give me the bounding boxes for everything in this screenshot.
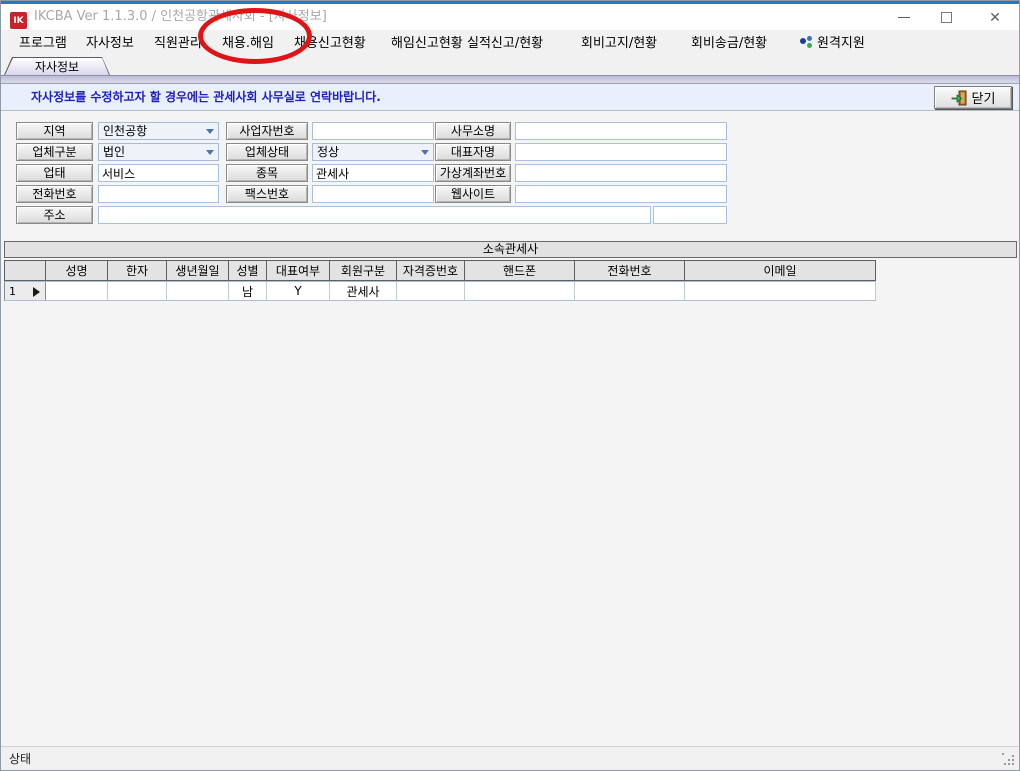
region-value: 인천공항 [103,124,147,138]
label-company-status: 업체상태 [226,143,308,161]
close-icon: ✕ [989,10,1001,24]
label-fax: 팩스번호 [226,185,308,203]
business-number-input[interactable] [312,122,434,140]
company-type-select[interactable]: 법인 [98,143,219,161]
row-header-cell[interactable]: 1 [5,282,46,300]
cell-license-no[interactable] [397,282,465,300]
col-header-mobile: 핸드폰 [465,261,575,280]
close-window-button[interactable]: ✕ [974,4,1016,30]
col-header-hanja: 한자 [108,261,167,280]
label-region: 지역 [16,122,93,140]
menu-hire-report[interactable]: 채용신고현황 [294,30,366,57]
col-header-name: 성명 [46,261,108,280]
ceo-name-input[interactable] [515,143,727,161]
label-office-name: 사무소명 [435,122,511,140]
company-status-value: 정상 [317,145,339,159]
table-row: 1 남 Y 관세사 [4,281,876,301]
tab-company-info[interactable]: 자사정보 [4,57,110,75]
cell-member-type[interactable]: 관세사 [330,282,397,300]
row-pointer-icon [33,287,40,297]
menu-company-info[interactable]: 자사정보 [86,30,134,57]
menu-hire-dismiss[interactable]: 채용.해임 [222,30,274,57]
col-header-member-type: 회원구분 [330,261,397,280]
cell-mobile[interactable] [465,282,575,300]
close-panel-button[interactable]: 닫기 [934,86,1012,109]
menu-remote-support[interactable]: 원격지원 [799,30,865,57]
label-company-type: 업체구분 [16,143,93,161]
menu-dismiss-report[interactable]: 해임신고현황 [391,30,463,57]
label-business-item: 종목 [226,164,308,182]
notice-bar: 자사정보를 수정하고자 할 경우에는 관세사회 사무실로 연락바랍니다. 닫기 [1,83,1019,111]
office-name-input[interactable] [515,122,727,140]
tab-strip-bar [1,75,1019,83]
cell-phone[interactable] [575,282,685,300]
window-title: IKCBA Ver 1.1.3.0 / 인천공항관세사회 - [자사정보] [34,4,327,30]
business-item-input[interactable] [312,164,434,182]
status-bar: 상태 [1,746,1019,770]
chevron-down-icon [206,150,214,155]
label-business-category: 업태 [16,164,93,182]
chevron-down-icon [206,129,214,134]
address-extra-input[interactable] [653,206,727,224]
company-type-value: 법인 [103,145,125,159]
fax-input[interactable] [312,185,434,203]
website-input[interactable] [515,185,727,203]
col-header-gender: 성별 [229,261,267,280]
minimize-button[interactable] [883,4,925,30]
cell-email[interactable] [685,282,875,300]
col-header-license-no: 자격증번호 [397,261,465,280]
titlebar[interactable]: IK IKCBA Ver 1.1.3.0 / 인천공항관세사회 - [자사정보]… [1,4,1019,30]
virtual-account-input[interactable] [515,164,727,182]
label-website: 웹사이트 [435,185,511,203]
col-header-phone: 전화번호 [575,261,685,280]
row-number: 1 [9,285,16,298]
tab-company-info-label: 자사정보 [5,58,109,75]
label-phone: 전화번호 [16,185,93,203]
phone-input[interactable] [98,185,219,203]
notice-message: 자사정보를 수정하고자 할 경우에는 관세사회 사무실로 연락바랍니다. [31,84,381,110]
menu-bar: 프로그램 자사정보 직원관리 채용.해임 채용신고현황 해임신고현황 실적신고/… [1,30,1019,57]
cell-is-ceo[interactable]: Y [267,282,330,300]
table-header-row: 성명 한자 생년월일 성별 대표여부 회원구분 자격증번호 핸드폰 전화번호 이… [4,260,876,281]
menu-remote-support-label: 원격지원 [817,36,865,51]
menu-performance[interactable]: 실적신고/현황 [467,30,543,57]
chevron-down-icon [421,150,429,155]
col-header-email: 이메일 [685,261,875,280]
label-address: 주소 [16,206,93,224]
remote-support-icon [799,36,814,49]
business-category-input[interactable] [98,164,219,182]
col-header-is-ceo: 대표여부 [267,261,330,280]
region-select[interactable]: 인천공항 [98,122,219,140]
status-text: 상태 [9,747,31,771]
col-header-birthdate: 생년월일 [167,261,229,280]
menu-fee-notice[interactable]: 회비고지/현황 [581,30,657,57]
resize-grip[interactable] [1002,753,1016,767]
menu-fee-remit[interactable]: 회비송금/현황 [691,30,767,57]
cell-hanja[interactable] [108,282,167,300]
company-status-select[interactable]: 정상 [312,143,434,161]
minimize-icon [898,17,910,18]
label-ceo-name: 대표자명 [435,143,511,161]
exit-door-icon [951,90,967,106]
section-header-members: 소속관세사 [4,241,1017,258]
menu-program[interactable]: 프로그램 [19,30,67,57]
address-input[interactable] [98,206,651,224]
maximize-icon [941,12,952,23]
cell-name[interactable] [46,282,108,300]
label-virtual-account: 가상계좌번호 [435,164,511,182]
cell-birthdate[interactable] [167,282,229,300]
label-business-number: 사업자번호 [226,122,308,140]
cell-gender[interactable]: 남 [229,282,267,300]
tab-strip: 자사정보 [1,57,1019,75]
menu-staff-management[interactable]: 직원관리 [154,30,202,57]
maximize-button[interactable] [925,4,967,30]
row-number-header [5,261,46,280]
close-panel-label: 닫기 [972,88,996,107]
app-logo-icon: IK [10,12,27,29]
app-window: IK IKCBA Ver 1.1.3.0 / 인천공항관세사회 - [자사정보]… [0,0,1020,771]
